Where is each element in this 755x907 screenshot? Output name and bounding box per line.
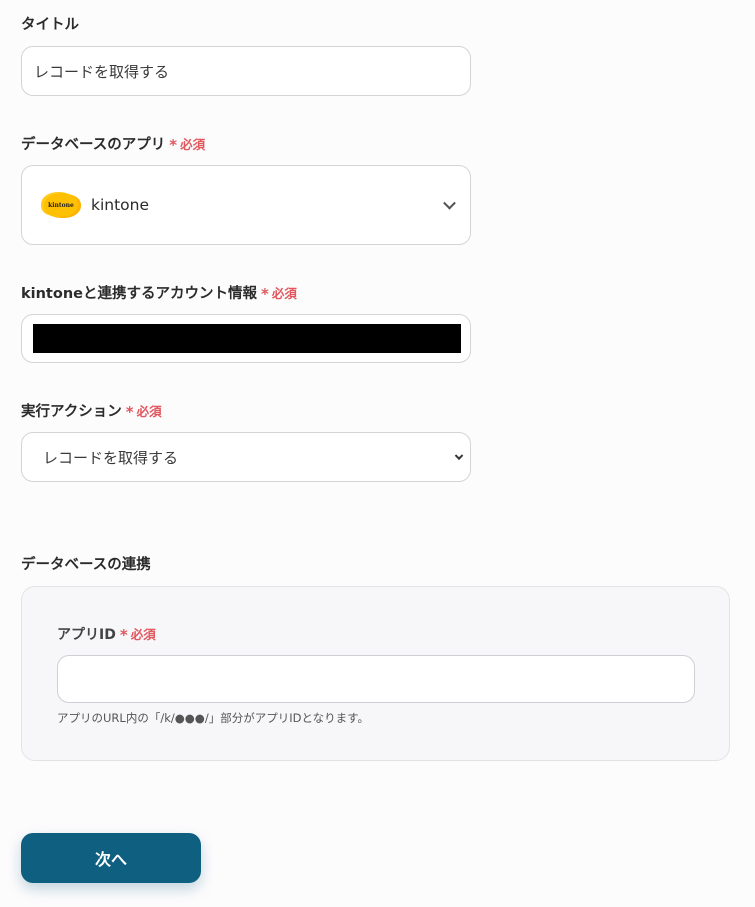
required-text: 必須 <box>271 286 297 301</box>
kintone-logo-icon: kintone <box>44 193 78 217</box>
next-button[interactable]: 次へ <box>21 833 201 883</box>
redacted-account-value <box>33 324 461 353</box>
required-badge: * 必須 <box>119 626 156 644</box>
required-badge: * 必須 <box>125 403 162 421</box>
required-asterisk-icon: * <box>125 403 134 421</box>
next-button-label: 次へ <box>94 850 127 869</box>
app-id-label: アプリID * 必須 <box>57 625 156 644</box>
app-id-help-text: アプリのURL内の「/k/●●●/」部分がアプリIDとなります。 <box>57 711 369 725</box>
required-badge: * 必須 <box>261 285 297 303</box>
selected-app-name: kintone <box>91 196 150 214</box>
account-select[interactable] <box>21 314 471 363</box>
title-label: タイトル <box>21 16 79 34</box>
chevron-down-icon <box>454 451 464 461</box>
database-app-select[interactable]: kintone kintone <box>21 165 471 245</box>
kintone-logo-text: kintone <box>48 201 74 209</box>
action-label: 実行アクション * 必須 <box>21 402 162 421</box>
form-page: タイトル レコードを取得する データベースのアプリ * 必須 kintone kin… <box>0 0 755 907</box>
action-select[interactable]: レコードを取得する <box>21 432 471 482</box>
chevron-down-icon <box>443 196 456 210</box>
required-badge: * 必須 <box>169 136 206 154</box>
database-link-title: データベースの連携 <box>21 556 151 574</box>
required-text: 必須 <box>130 627 156 642</box>
database-link-panel: アプリID * 必須 アプリのURL内の「/k/●●●/」部分がアプリIDとなります… <box>21 586 730 761</box>
database-app-label: データベースのアプリ * 必須 <box>21 135 205 154</box>
app-id-label-text: アプリID <box>57 627 116 643</box>
title-label-text: タイトル <box>21 17 79 33</box>
action-label-text: 実行アクション <box>21 404 122 420</box>
required-text: 必須 <box>136 404 162 419</box>
title-input-value: レコードを取得する <box>34 62 170 81</box>
database-app-label-text: データベースのアプリ <box>21 137 166 153</box>
required-asterisk-icon: * <box>261 285 269 303</box>
database-link-title-text: データベースの連携 <box>21 557 151 573</box>
required-text: 必須 <box>180 137 206 152</box>
action-select-value: レコードを取得する <box>43 448 179 467</box>
app-id-input[interactable] <box>57 655 695 703</box>
required-asterisk-icon: * <box>119 626 128 644</box>
title-input[interactable]: レコードを取得する <box>21 46 471 96</box>
required-asterisk-icon: * <box>169 136 178 154</box>
account-label-text: kintoneと連携するアカウント情報 <box>21 286 257 302</box>
account-label: kintoneと連携するアカウント情報 * 必須 <box>21 284 297 303</box>
